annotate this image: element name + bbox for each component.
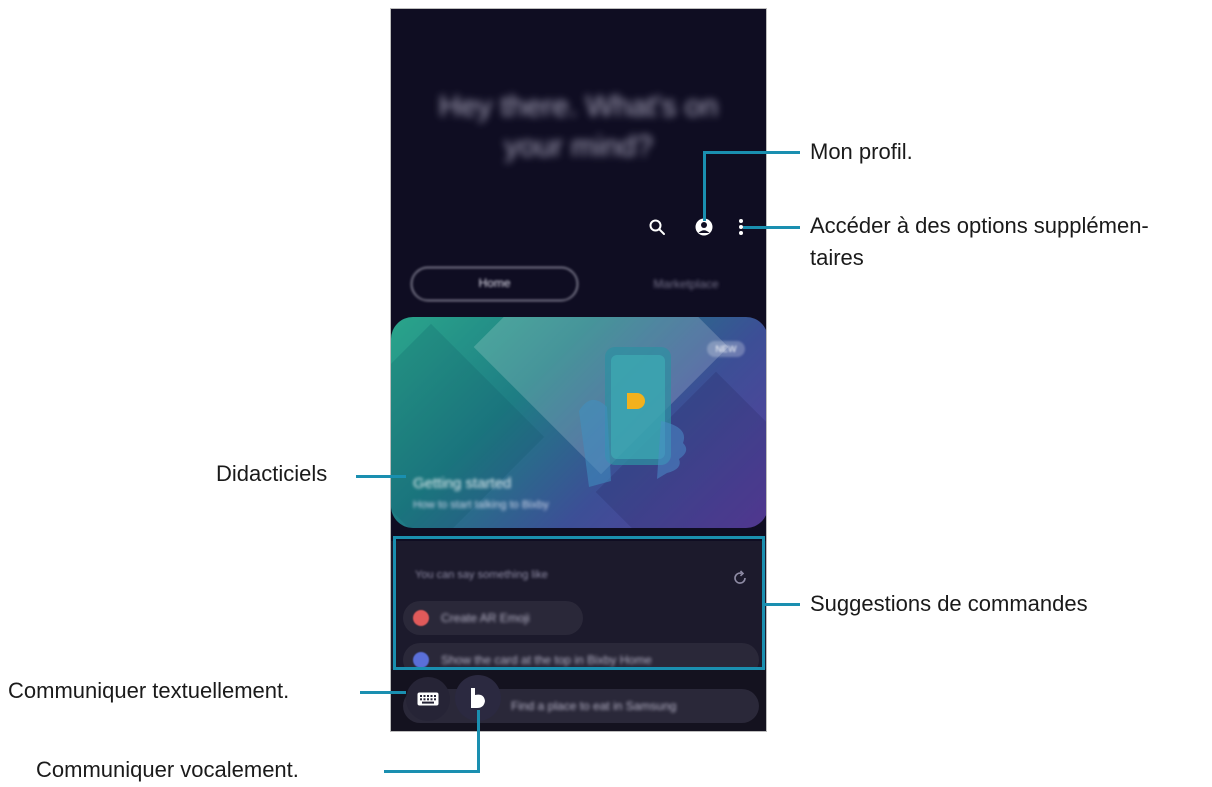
bottom-bar: Find a place to eat in Samsung bbox=[391, 669, 766, 731]
keyboard-icon bbox=[417, 692, 439, 706]
callout-suggestions: Suggestions de commandes bbox=[810, 591, 1088, 616]
callout-line-voice bbox=[384, 770, 480, 773]
greeting-text: Hey there. What's on your mind? bbox=[438, 90, 719, 163]
callout-line-text-input bbox=[360, 691, 406, 694]
callout-voice-input: Communiquer vocalement. bbox=[36, 757, 299, 782]
callout-line-tutorials bbox=[356, 475, 406, 478]
tab-marketplace[interactable]: Marketplace bbox=[626, 267, 746, 301]
callout-line-suggestions bbox=[765, 603, 800, 606]
callout-line-profile bbox=[703, 151, 800, 154]
tab-home[interactable]: Home bbox=[411, 267, 578, 301]
callout-text-input: Communiquer textuellement. bbox=[8, 678, 290, 703]
callout-line-profile-vertical bbox=[703, 151, 706, 221]
search-icon[interactable] bbox=[644, 214, 670, 240]
callout-line-more-options bbox=[743, 226, 800, 229]
suggestions-highlight bbox=[393, 536, 765, 670]
new-badge: NEW bbox=[707, 341, 745, 357]
tutorial-card[interactable]: NEW Getting started How to start talking… bbox=[391, 317, 766, 528]
callout-tutorials: Didacticiels bbox=[216, 461, 328, 486]
phone-in-hand-illustration bbox=[579, 347, 687, 487]
callout-more-options-line1: Accéder à des options supplémen- bbox=[810, 213, 1149, 238]
tab-bar: Home Marketplace bbox=[411, 267, 746, 303]
keyboard-button[interactable] bbox=[406, 677, 450, 721]
tutorial-title: Getting started bbox=[413, 475, 512, 492]
callout-more-options-line2: taires bbox=[810, 245, 864, 270]
top-toolbar bbox=[391, 214, 766, 244]
bixby-icon bbox=[471, 688, 485, 708]
callout-line-voice-vertical bbox=[477, 710, 480, 772]
tutorial-subtitle: How to start talking to Bixby bbox=[413, 499, 549, 511]
callout-profile: Mon profil. bbox=[810, 139, 913, 164]
